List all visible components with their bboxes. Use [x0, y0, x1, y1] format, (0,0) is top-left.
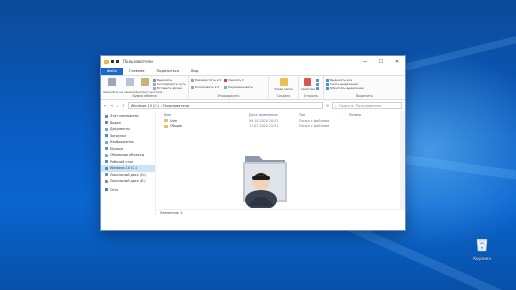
scissors-icon — [153, 78, 156, 82]
recycle-bin-label: Корзина — [473, 256, 491, 261]
column-header-size[interactable]: Размер — [349, 113, 361, 117]
pin-button[interactable] — [103, 78, 121, 91]
tab-view[interactable]: Вид — [185, 68, 204, 75]
item-count: Элементов: 2 — [160, 211, 183, 215]
invert-selection-button[interactable]: Обратить выделение — [326, 86, 403, 90]
group-label-new: Создать — [276, 94, 291, 98]
move-icon — [191, 78, 194, 82]
group-label-organize: Упорядочить — [217, 94, 240, 98]
tab-home[interactable]: Главная — [123, 68, 151, 75]
column-headers: Имя Дата изменения Тип Размер — [156, 111, 405, 118]
search-placeholder: Поиск в: Пользователи — [338, 103, 382, 108]
forward-arrow-icon[interactable]: → — [110, 104, 113, 108]
history-icon[interactable] — [315, 87, 319, 90]
ribbon-group-new: Новая папка Создать — [269, 76, 299, 99]
documents-icon — [105, 127, 108, 131]
delete-icon — [224, 78, 228, 82]
music-icon — [105, 147, 108, 151]
address-path: Windows 10 (C:) › Пользователи — [130, 103, 190, 108]
quick-access-toolbar-icon[interactable] — [111, 60, 114, 63]
minimize-button[interactable]: — — [357, 56, 373, 67]
up-arrow-icon[interactable]: ↑ — [122, 104, 125, 108]
move-to-button[interactable]: Переместить в ▾ — [191, 78, 221, 82]
tab-share[interactable]: Поделиться — [150, 68, 185, 75]
desktop-icon — [105, 160, 108, 164]
user-folder-drag-icon — [243, 156, 287, 208]
download-icon — [105, 134, 108, 138]
column-header-name[interactable]: Имя — [164, 113, 249, 117]
status-bar: Элементов: 2 — [156, 209, 405, 216]
ribbon-group-clipboard: Вырезать Скопировать путь Вставить ярлык… — [101, 76, 189, 99]
checkmark-icon — [304, 78, 312, 86]
copy-icon — [125, 78, 134, 86]
nav-item-drive-e[interactable]: Локальный диск (E:) — [101, 178, 155, 185]
explorer-window: Пользователи — ☐ ✕ Файл Главная Поделить… — [100, 55, 406, 231]
column-header-type[interactable]: Тип — [299, 113, 349, 117]
close-button[interactable]: ✕ — [389, 56, 405, 67]
select-none-icon — [326, 82, 329, 86]
copy-path-icon — [153, 82, 156, 86]
folder-icon — [104, 59, 109, 64]
open-icon[interactable] — [315, 79, 319, 82]
chevron-down-icon[interactable]: ⌄ — [116, 104, 119, 108]
rename-icon — [224, 85, 228, 89]
explorer-body: Этот компьютер Видео Документы Загрузки … — [101, 111, 405, 216]
refresh-icon[interactable]: ↻ — [326, 104, 329, 108]
address-row: ← → ⌄ ↑ Windows 10 (C:) › Пользователи ↻… — [101, 100, 405, 111]
pin-icon — [108, 78, 116, 86]
search-icon: ⌕ — [335, 103, 337, 108]
list-item[interactable]: Общие 17.07.2020 22:51 Папка с файлами — [156, 124, 405, 130]
maximize-button[interactable]: ☐ — [373, 56, 389, 67]
column-header-date[interactable]: Дата изменения — [249, 113, 299, 117]
search-input[interactable]: ⌕ Поиск в: Пользователи — [332, 102, 402, 109]
drive-icon — [105, 179, 108, 183]
video-icon — [105, 121, 108, 125]
navigation-pane: Этот компьютер Видео Документы Загрузки … — [101, 111, 156, 216]
group-label-clipboard: Буфер обмена — [132, 94, 157, 98]
nav-item-network[interactable]: Сеть — [101, 187, 155, 194]
ribbon: Вырезать Скопировать путь Вставить ярлык… — [101, 75, 405, 100]
file-list: Имя Дата изменения Тип Размер User 09.10… — [156, 111, 405, 216]
select-all-icon — [326, 78, 329, 82]
copy-button[interactable] — [123, 78, 136, 91]
scrollbar[interactable] — [400, 111, 405, 209]
group-label-select: Выделить — [356, 94, 373, 98]
new-folder-button[interactable]: Новая папка — [271, 78, 296, 91]
group-label-open: Открыть — [303, 94, 319, 98]
ribbon-group-select: Выделить все Снять выделение Обратить вы… — [324, 76, 405, 99]
computer-icon — [105, 114, 108, 118]
folder-icon — [164, 124, 168, 128]
title-bar[interactable]: Пользователи — ☐ ✕ — [101, 56, 405, 67]
copy-to-icon — [191, 85, 194, 89]
tab-file[interactable]: Файл — [101, 68, 123, 75]
recycle-bin[interactable]: Корзина — [471, 237, 493, 261]
delete-button[interactable]: Удалить ▾ — [224, 78, 253, 82]
address-bar[interactable]: Windows 10 (C:) › Пользователи — [127, 102, 324, 109]
ribbon-group-open: Свойства Открыть — [299, 76, 324, 99]
paste-icon — [140, 78, 149, 86]
properties-button[interactable]: Свойства — [301, 78, 315, 91]
drive-icon — [105, 166, 108, 170]
rename-button[interactable]: Переименовать — [224, 85, 253, 89]
network-icon — [105, 188, 108, 192]
3d-objects-icon — [105, 153, 108, 157]
pictures-icon — [105, 140, 108, 144]
drive-icon — [105, 173, 108, 177]
paste-button[interactable] — [138, 78, 151, 91]
window-title: Пользователи — [123, 59, 153, 64]
properties-icon[interactable] — [116, 60, 119, 63]
ribbon-group-organize: Переместить в ▾ Копировать в ▾ Удалить ▾… — [189, 76, 269, 99]
back-arrow-icon[interactable]: ← — [104, 104, 107, 108]
new-folder-icon — [279, 78, 288, 86]
folder-icon — [164, 119, 168, 123]
edit-icon[interactable] — [315, 83, 319, 86]
copy-to-button[interactable]: Копировать в ▾ — [191, 85, 221, 89]
ribbon-tabs: Файл Главная Поделиться Вид — [101, 67, 405, 75]
invert-selection-icon — [326, 87, 329, 90]
recycle-bin-icon — [476, 239, 488, 252]
